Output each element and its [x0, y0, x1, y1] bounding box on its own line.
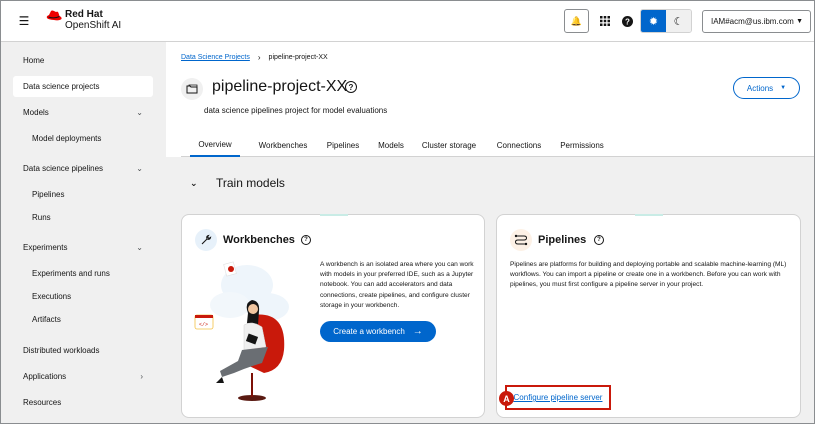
- chevron-down-icon: ⌄: [136, 108, 143, 117]
- actions-dropdown[interactable]: Actions ▼: [733, 77, 800, 99]
- help-icon[interactable]: ?: [345, 81, 357, 93]
- breadcrumb-current: pipeline-project-XX: [268, 54, 328, 61]
- chevron-down-icon[interactable]: ⌄: [190, 178, 198, 189]
- sidebar-item-distributed-workloads[interactable]: Distributed workloads: [13, 340, 153, 361]
- help-icon[interactable]: ?: [615, 10, 639, 32]
- sidebar-item-data-science-pipelines[interactable]: Data science pipelines ⌄: [13, 158, 153, 179]
- sidebar-item-home[interactable]: Home: [13, 50, 153, 71]
- tab-workbenches[interactable]: Workbenches: [251, 133, 315, 157]
- product-name: OpenShift AI: [65, 20, 122, 31]
- app-launcher-grid-icon[interactable]: [593, 10, 617, 32]
- sidebar-item-label: Resources: [23, 398, 62, 407]
- question-circle-icon: ?: [621, 15, 633, 27]
- sidebar-item-applications[interactable]: Applications ›: [13, 366, 153, 387]
- sidebar-item-label: Model deployments: [32, 134, 102, 143]
- tab-models[interactable]: Models: [371, 133, 411, 157]
- sidebar-item-model-deployments[interactable]: Model deployments: [13, 128, 153, 149]
- section-title: Train models: [216, 176, 285, 190]
- create-workbench-button[interactable]: Create a workbench →: [320, 321, 436, 342]
- user-dropdown[interactable]: IAM#acm@us.ibm.com ▼: [702, 10, 811, 33]
- pipelines-card: Pipelines ? Pipelines are platforms for …: [496, 214, 801, 418]
- project-description: data science pipelines project for model…: [204, 106, 388, 115]
- app-logo[interactable]: Red Hat OpenShift AI: [45, 10, 121, 31]
- sidebar-item-label: Models: [23, 108, 49, 117]
- theme-toggle[interactable]: ✹ ☾: [640, 9, 692, 33]
- sidebar-item-runs[interactable]: Runs: [13, 207, 153, 228]
- workbench-illustration: </>: [194, 261, 289, 401]
- tab-pipelines[interactable]: Pipelines: [321, 133, 365, 157]
- help-icon[interactable]: ?: [301, 235, 311, 245]
- breadcrumb-separator-icon: ›: [257, 53, 261, 62]
- actions-label: Actions: [746, 83, 774, 93]
- project-tabs: Overview Workbenches Pipelines Models Cl…: [181, 133, 814, 157]
- sidebar-item-label: Pipelines: [32, 190, 65, 199]
- sidebar-item-label: Applications: [23, 372, 67, 381]
- sidebar-item-experiments-and-runs[interactable]: Experiments and runs: [13, 263, 153, 284]
- sidebar-item-label: Home: [23, 56, 45, 65]
- brand-name: Red Hat: [65, 9, 103, 20]
- workbenches-card: Workbenches ? A workbench is an isolated…: [181, 214, 485, 418]
- sidebar-item-label: Experiments and runs: [32, 269, 110, 278]
- sidebar-item-label: Distributed workloads: [23, 346, 100, 355]
- sidebar-item-label: Data science projects: [23, 82, 100, 91]
- masthead: ☰ Red Hat OpenShift AI 🔔 ? ✹ ☾ IAM#acm@u…: [1, 1, 814, 42]
- wrench-icon: [195, 229, 217, 251]
- sidebar-item-models[interactable]: Models ⌄: [13, 102, 153, 123]
- workbenches-description: A workbench is an isolated area where yo…: [320, 261, 474, 309]
- sidebar-item-label: Runs: [32, 213, 51, 222]
- app-frame: ☰ Red Hat OpenShift AI 🔔 ? ✹ ☾ IAM#acm@u…: [0, 0, 815, 424]
- caret-down-icon: ▼: [796, 18, 803, 25]
- sidebar-nav: Home Data science projects Models ⌄ Mode…: [1, 42, 166, 423]
- user-name: IAM#acm@us.ibm.com: [711, 17, 794, 26]
- tab-permissions[interactable]: Permissions: [554, 133, 610, 157]
- svg-text:?: ?: [625, 17, 630, 26]
- chevron-down-icon: ⌄: [136, 164, 143, 173]
- card-accent: [635, 214, 663, 216]
- dark-theme-moon-icon[interactable]: ☾: [666, 10, 691, 32]
- sidebar-item-artifacts[interactable]: Artifacts: [13, 309, 153, 330]
- help-icon[interactable]: ?: [594, 235, 604, 245]
- page-title: pipeline-project-XX: [212, 78, 348, 95]
- pipelines-description: Pipelines are platforms for building and…: [510, 261, 787, 289]
- sidebar-item-pipelines[interactable]: Pipelines: [13, 184, 153, 205]
- pipeline-flow-icon: [510, 229, 532, 251]
- notifications-bell-icon[interactable]: 🔔: [564, 9, 589, 33]
- tab-connections[interactable]: Connections: [489, 133, 549, 157]
- tab-overview[interactable]: Overview: [190, 133, 240, 157]
- main-content: Data Science Projects › pipeline-project…: [166, 42, 814, 423]
- pipelines-title: Pipelines: [538, 234, 587, 246]
- card-accent: [320, 214, 348, 216]
- red-hat-logo-icon: [46, 10, 62, 21]
- callout-marker: A: [499, 391, 514, 406]
- create-workbench-label: Create a workbench: [333, 327, 405, 336]
- tab-cluster-storage[interactable]: Cluster storage: [417, 133, 481, 157]
- grid-icon: [600, 16, 610, 26]
- sidebar-item-label: Experiments: [23, 243, 68, 252]
- breadcrumb-link-projects[interactable]: Data Science Projects: [181, 54, 250, 61]
- project-folder-icon: [181, 78, 203, 100]
- hamburger-menu-icon[interactable]: ☰: [15, 13, 33, 29]
- sidebar-item-experiments[interactable]: Experiments ⌄: [13, 237, 153, 258]
- sidebar-item-label: Executions: [32, 292, 72, 301]
- workbenches-title: Workbenches: [223, 234, 295, 246]
- configure-pipeline-server-highlight: Configure pipeline server A: [499, 385, 611, 410]
- chevron-down-icon: ⌄: [136, 243, 143, 252]
- sidebar-item-executions[interactable]: Executions: [13, 286, 153, 307]
- sidebar-item-resources[interactable]: Resources: [13, 392, 153, 413]
- svg-text:</>: </>: [199, 322, 208, 328]
- configure-pipeline-server-link[interactable]: Configure pipeline server: [514, 393, 603, 402]
- chevron-right-icon: ›: [140, 372, 143, 381]
- caret-down-icon: ▼: [780, 85, 787, 91]
- sidebar-item-data-science-projects[interactable]: Data science projects: [13, 76, 153, 97]
- light-theme-sun-icon[interactable]: ✹: [641, 10, 666, 32]
- sidebar-item-label: Artifacts: [32, 315, 61, 324]
- arrow-right-icon: →: [412, 326, 423, 337]
- breadcrumb: Data Science Projects › pipeline-project…: [181, 53, 328, 62]
- sidebar-item-label: Data science pipelines: [23, 164, 104, 173]
